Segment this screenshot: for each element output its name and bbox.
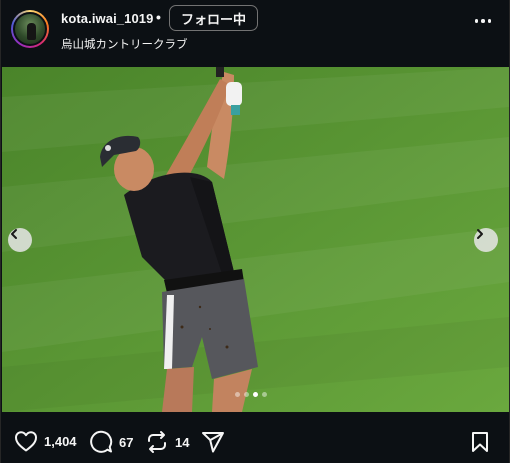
repost-icon — [148, 431, 166, 453]
username-link[interactable]: kota.iwai_1019 — [61, 11, 153, 26]
previous-slide-button[interactable] — [8, 228, 32, 252]
post-photo[interactable] — [2, 67, 509, 412]
repost-count[interactable]: 14 — [175, 435, 189, 450]
chevron-left-icon — [11, 229, 17, 239]
more-options-icon[interactable] — [473, 16, 493, 26]
comment-count[interactable]: 67 — [119, 435, 133, 450]
carousel-dot — [244, 392, 249, 397]
carousel-dot-active — [253, 392, 258, 397]
avatar-image — [13, 12, 47, 46]
like-count[interactable]: 1,404 — [44, 434, 77, 449]
carousel-dot — [262, 392, 267, 397]
share-button[interactable] — [201, 430, 225, 454]
golfer-photo-illustration — [2, 67, 509, 412]
comment-icon — [90, 430, 113, 453]
carousel-indicator — [235, 392, 267, 397]
carousel-dot — [235, 392, 240, 397]
location-link[interactable]: 烏山城カントリークラブ — [61, 36, 188, 52]
comment-button[interactable]: 67 — [89, 430, 133, 454]
chevron-right-icon — [477, 229, 483, 239]
separator-dot: • — [156, 9, 161, 25]
following-button[interactable]: フォロー中 — [169, 5, 258, 31]
bookmark-icon — [472, 432, 488, 452]
save-button[interactable] — [469, 430, 491, 459]
post-header: kota.iwai_1019 • フォロー中 烏山城カントリークラブ — [1, 0, 510, 67]
paper-plane-icon — [202, 432, 224, 453]
heart-icon — [15, 431, 37, 452]
profile-avatar[interactable] — [11, 10, 49, 48]
next-slide-button[interactable] — [474, 228, 498, 252]
post-actions-bar: 1,404 67 14 — [1, 412, 510, 463]
instagram-post: kota.iwai_1019 • フォロー中 烏山城カントリークラブ 1,404… — [0, 0, 510, 463]
like-button[interactable]: 1,404 — [14, 430, 77, 452]
repost-button[interactable]: 14 — [145, 430, 189, 454]
